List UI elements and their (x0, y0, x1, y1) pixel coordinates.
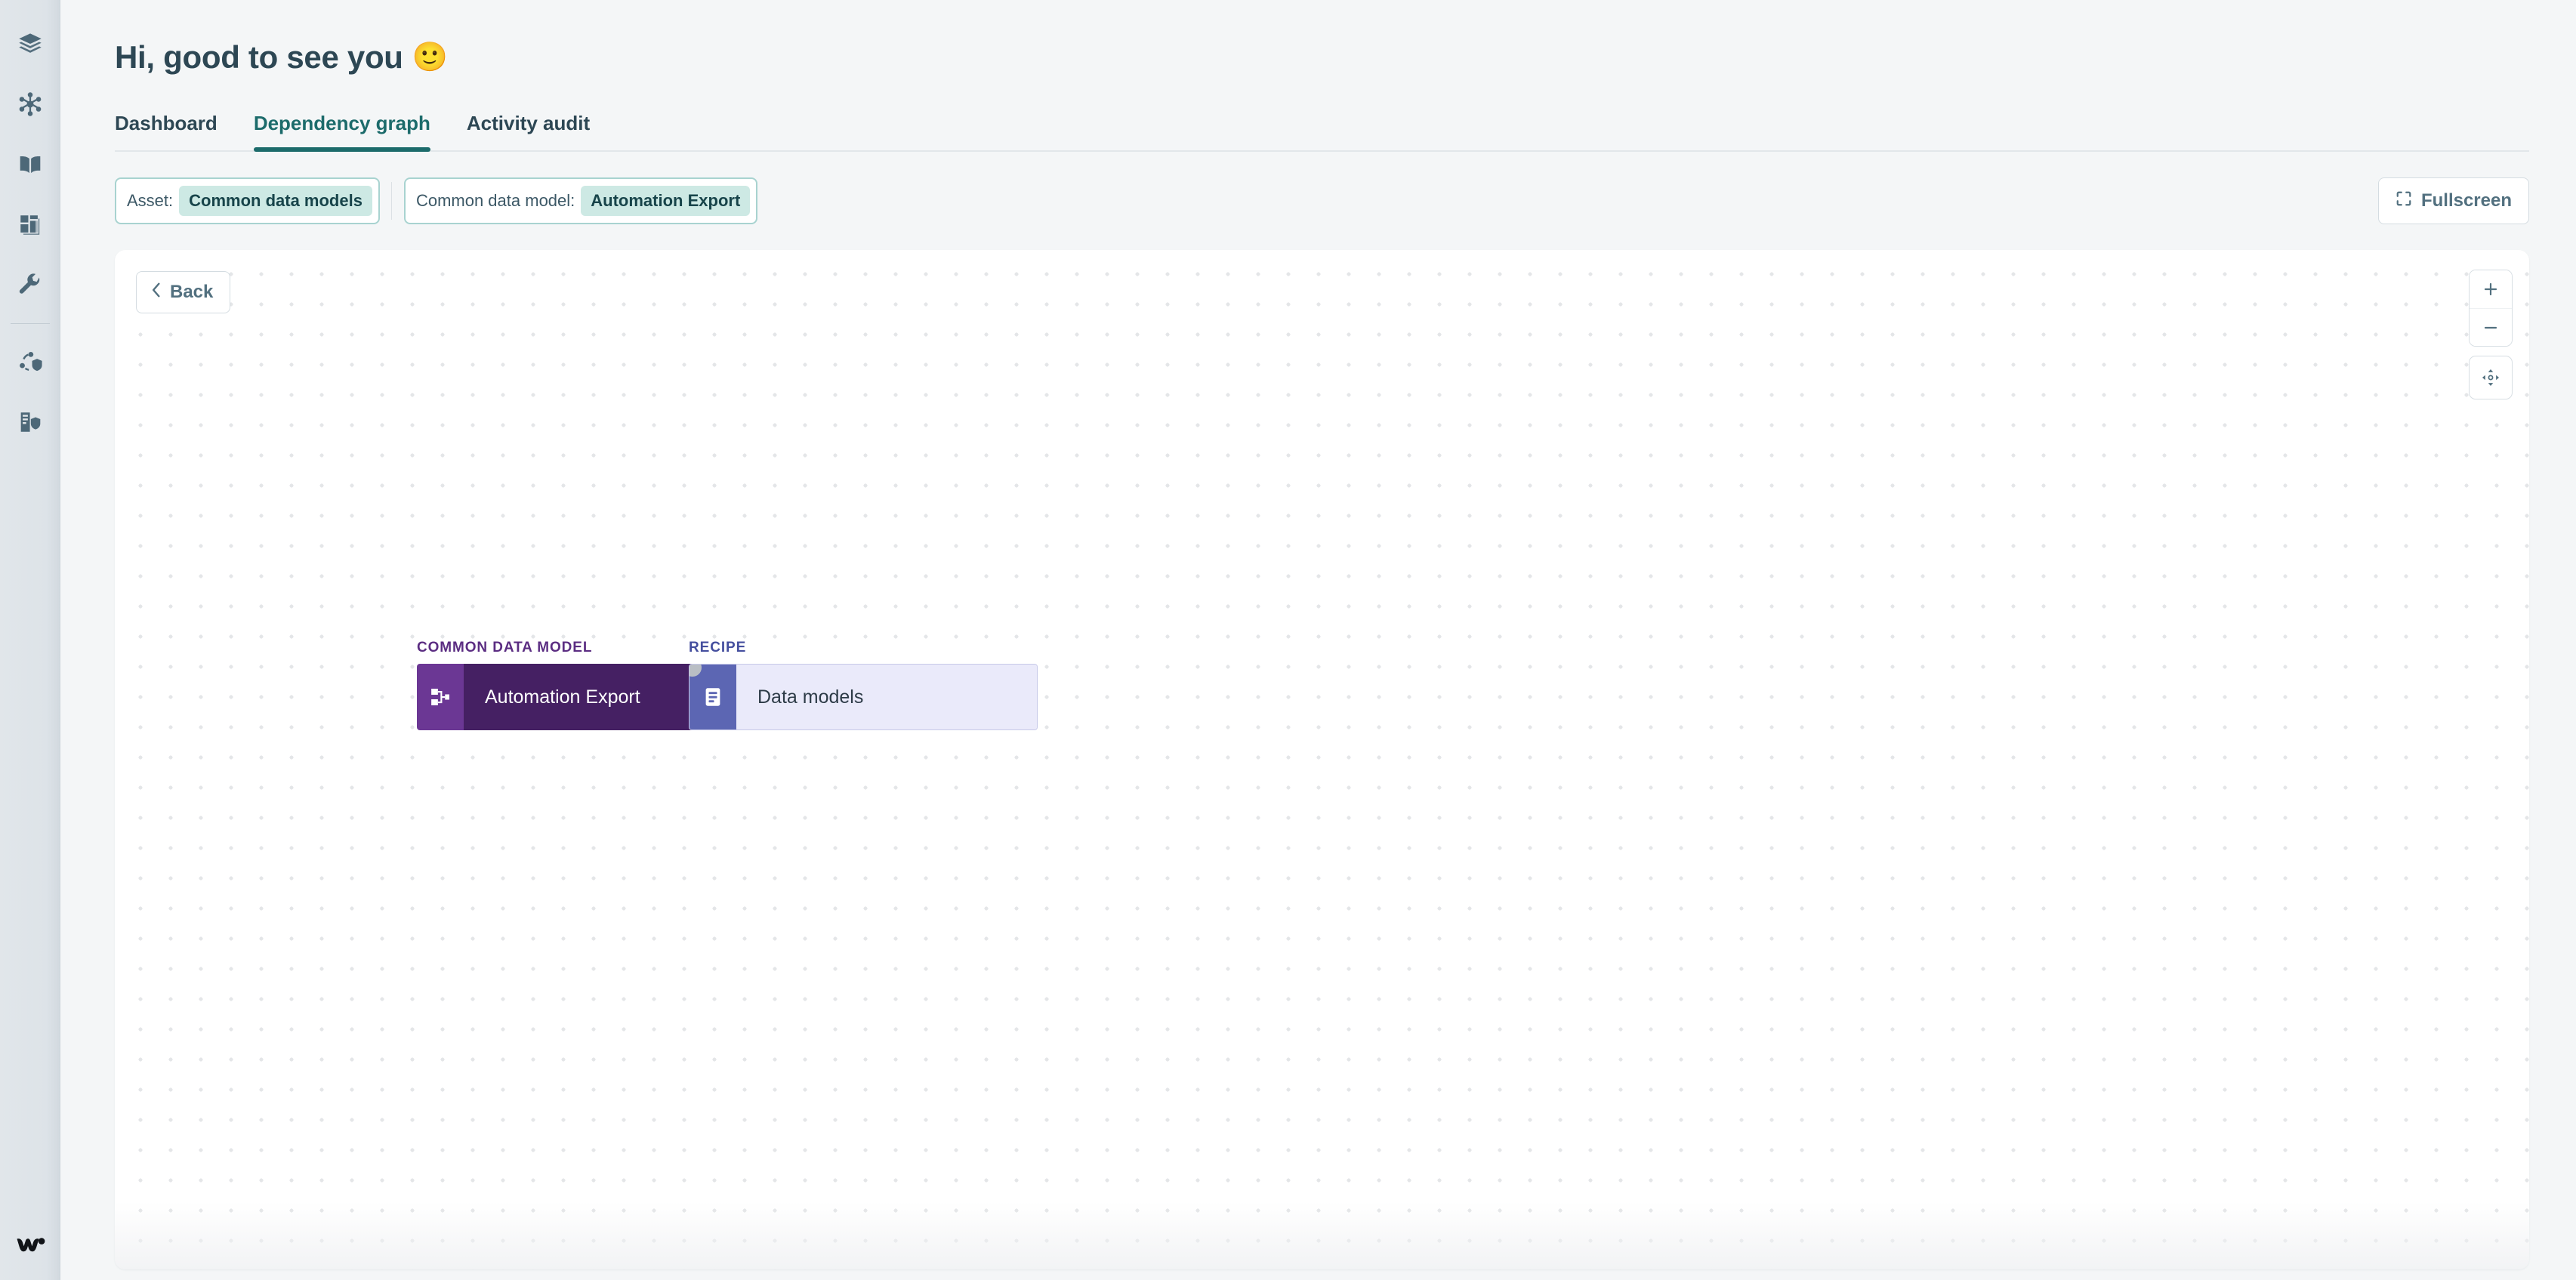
page-header-area: Hi, good to see you 🙂 Dashboard Dependen… (60, 0, 2576, 224)
tab-dashboard[interactable]: Dashboard (115, 112, 236, 150)
fullscreen-button-label: Fullscreen (2421, 190, 2512, 211)
smiley-emoji-icon: 🙂 (412, 43, 448, 72)
main-content: Hi, good to see you 🙂 Dashboard Dependen… (60, 0, 2576, 1280)
back-button[interactable]: Back (136, 271, 230, 313)
workato-logo[interactable] (0, 1233, 60, 1257)
graph-node-data-models[interactable]: Data models (689, 664, 1038, 730)
dependency-graph-canvas[interactable]: Back (115, 250, 2529, 1269)
sidebar-item-library[interactable] (0, 134, 60, 195)
dashboard-grid-icon (17, 212, 43, 238)
rail-divider (11, 323, 50, 324)
wrench-icon (17, 273, 43, 298)
graph-node-kind-recipe: RECIPE (689, 640, 1038, 656)
tab-dependency-graph[interactable]: Dependency graph (236, 112, 449, 150)
sidebar-item-platform-security[interactable] (0, 392, 60, 452)
zoom-controls (2469, 270, 2513, 399)
back-button-label: Back (170, 282, 213, 303)
network-shield-icon (17, 349, 43, 375)
sidebar-item-tools[interactable] (0, 255, 60, 316)
sitemap-icon (417, 664, 464, 730)
filter-chip-asset[interactable]: Asset: Common data models (115, 177, 380, 224)
book-icon (17, 152, 43, 177)
sidebar-item-projects[interactable] (0, 14, 60, 74)
filter-chip-cdm-value: Automation Export (581, 186, 750, 216)
graph-node-group-recipe: RECIPE Data models (689, 640, 1038, 730)
tab-activity-audit[interactable]: Activity audit (449, 112, 608, 150)
zoom-in-button[interactable] (2470, 270, 2512, 308)
filter-chip-asset-key: Asset: (127, 191, 179, 211)
sidebar-item-dashboards[interactable] (0, 195, 60, 255)
filter-chip-cdm-key: Common data model: (416, 191, 581, 211)
zoom-button-stack (2469, 270, 2513, 347)
rail-item-list (0, 0, 60, 452)
app-root: Hi, good to see you 🙂 Dashboard Dependen… (0, 0, 2576, 1280)
fit-to-screen-button[interactable] (2469, 356, 2513, 399)
filter-bar: Asset: Common data models Common data mo… (115, 177, 2529, 224)
hub-icon (17, 91, 43, 117)
filter-chip-asset-value: Common data models (179, 186, 372, 216)
fullscreen-button[interactable]: Fullscreen (2378, 177, 2529, 224)
fullscreen-expand-icon (2396, 190, 2412, 212)
chevron-left-icon (150, 282, 162, 304)
tab-bar: Dashboard Dependency graph Activity audi… (115, 112, 2529, 152)
greeting-text: Hi, good to see you (115, 39, 403, 76)
sidebar-item-connections[interactable] (0, 74, 60, 134)
page-title: Hi, good to see you 🙂 (115, 0, 2529, 76)
layers-icon (17, 31, 43, 57)
filter-chip-common-data-model[interactable]: Common data model: Automation Export (404, 177, 757, 224)
filter-separator (380, 177, 404, 224)
left-nav-rail (0, 0, 60, 1280)
graph-layer: COMMON DATA MODEL Automation Export (115, 250, 2529, 1269)
graph-node-label-data-models: Data models (736, 665, 1037, 729)
server-shield-icon (17, 409, 43, 435)
sidebar-item-governance[interactable] (0, 332, 60, 392)
zoom-out-button[interactable] (2470, 308, 2512, 346)
